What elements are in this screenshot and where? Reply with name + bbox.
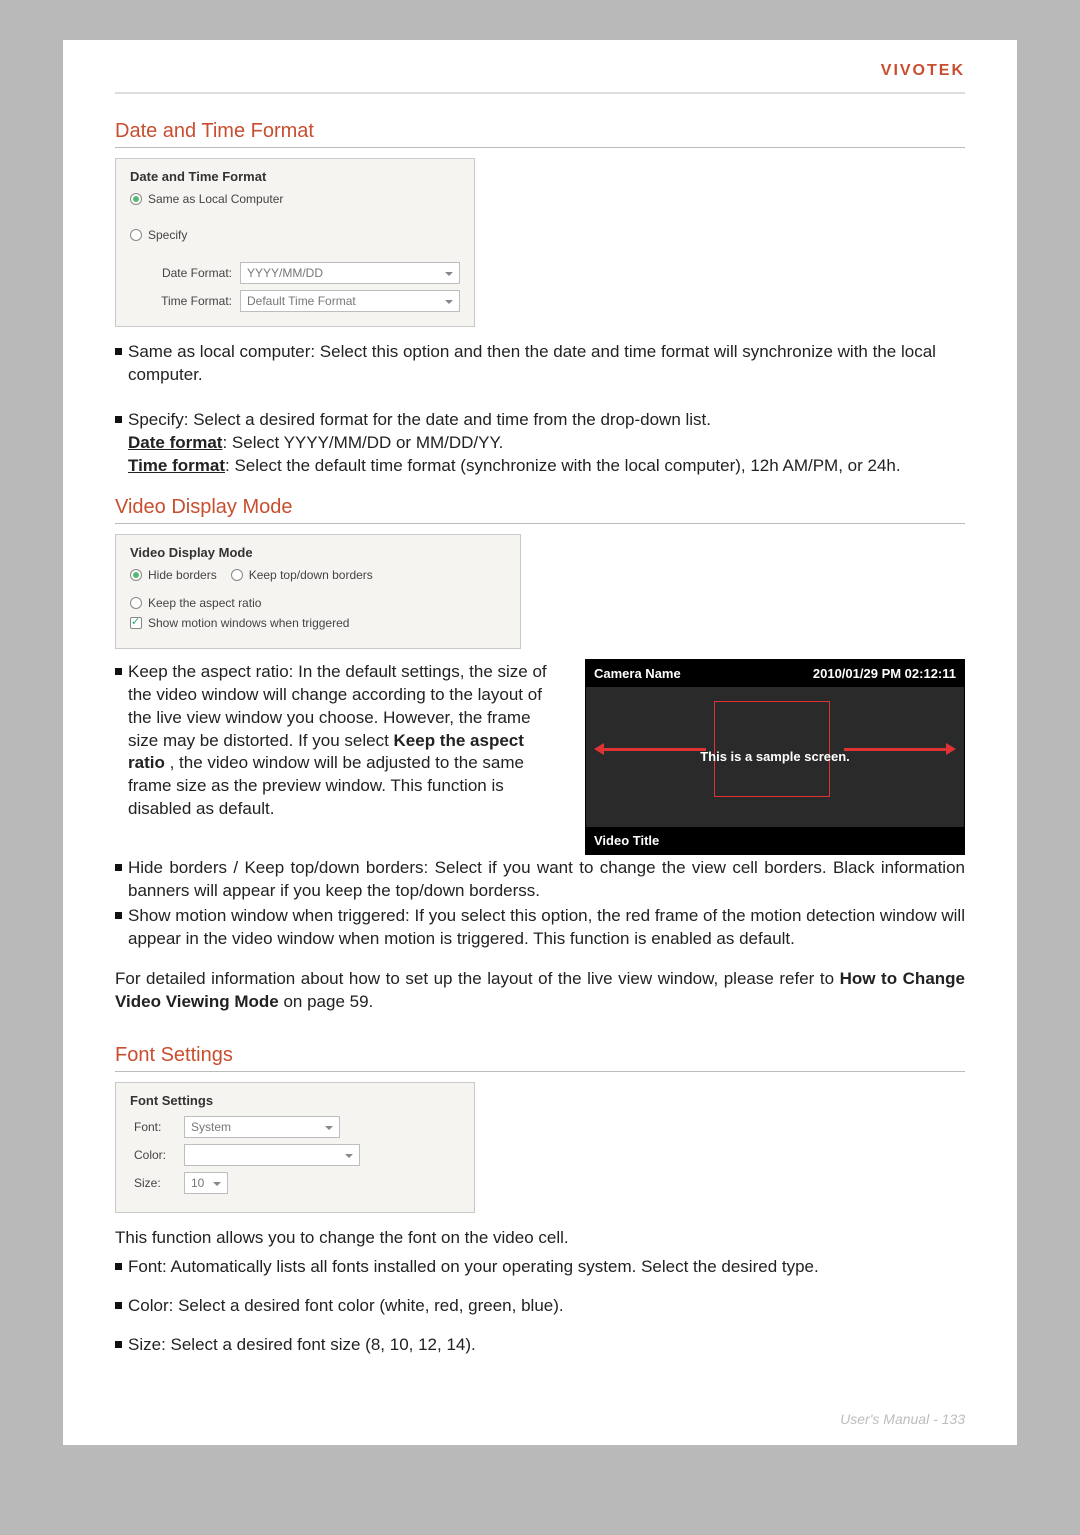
label-color: Color:	[134, 1148, 176, 1162]
radio-label: Specify	[148, 228, 187, 242]
section-title-video: Video Display Mode	[115, 496, 965, 524]
radio-icon	[130, 193, 142, 205]
section-title-font: Font Settings	[115, 1044, 965, 1072]
radio-keep-topdown[interactable]: Keep top/down borders	[231, 568, 373, 582]
radio-label: Keep top/down borders	[249, 568, 373, 582]
row-date-format: Date Format: YYYY/MM/DD	[148, 262, 460, 284]
radio-keep-aspect[interactable]: Keep the aspect ratio	[130, 596, 261, 610]
label-font: Font:	[134, 1120, 176, 1134]
checkbox-icon	[130, 617, 142, 629]
radio-icon	[231, 569, 243, 581]
panel-datetime-title: Date and Time Format	[130, 169, 460, 184]
page-footer: User's Manual - 133	[840, 1411, 965, 1427]
color-select[interactable]	[184, 1144, 360, 1166]
row-size: Size: 10	[134, 1172, 460, 1194]
row-color: Color:	[134, 1144, 460, 1166]
size-select[interactable]: 10	[184, 1172, 228, 1194]
time-format-select[interactable]: Default Time Format	[240, 290, 460, 312]
sample-screen: Camera Name 2010/01/29 PM 02:12:11 This …	[585, 659, 965, 855]
bullet-text: Hide borders / Keep top/down borders: Se…	[128, 857, 965, 903]
radio-specify[interactable]: Specify	[130, 228, 460, 242]
panel-datetime: Date and Time Format Same as Local Compu…	[115, 158, 475, 327]
sample-caption: This is a sample screen.	[586, 749, 964, 764]
radio-icon	[130, 569, 142, 581]
panel-video-mode: Video Display Mode Hide borders Keep top…	[115, 534, 521, 649]
radio-label: Keep the aspect ratio	[148, 596, 261, 610]
bullet-text: Specify: Select a desired format for the…	[128, 409, 965, 478]
radio-icon	[130, 229, 142, 241]
video-note: For detailed information about how to se…	[115, 968, 965, 1014]
camera-name-label: Camera Name	[594, 666, 681, 681]
label-time-format: Time Format:	[148, 294, 232, 308]
radio-hide-borders[interactable]: Hide borders	[130, 568, 217, 582]
timestamp-label: 2010/01/29 PM 02:12:11	[813, 666, 956, 681]
list-datetime-explain: Same as local computer: Select this opti…	[115, 341, 965, 478]
row-time-format: Time Format: Default Time Format	[148, 290, 460, 312]
bullet-text: Show motion window when triggered: If yo…	[128, 905, 965, 951]
bullet-text: Same as local computer: Select this opti…	[128, 341, 965, 387]
bullet-text: Keep the aspect ratio: In the default se…	[128, 661, 565, 822]
row-font: Font: System	[134, 1116, 460, 1138]
radio-label: Hide borders	[148, 568, 217, 582]
label-date-format: Date Format:	[148, 266, 232, 280]
radio-icon	[130, 597, 142, 609]
bullet-text: Font: Automatically lists all fonts inst…	[128, 1256, 965, 1279]
date-format-select[interactable]: YYYY/MM/DD	[240, 262, 460, 284]
font-intro: This function allows you to change the f…	[115, 1227, 965, 1250]
video-title-label: Video Title	[586, 827, 964, 854]
font-select[interactable]: System	[184, 1116, 340, 1138]
panel-video-title: Video Display Mode	[130, 545, 506, 560]
divider	[115, 92, 965, 94]
bullet-text: Size: Select a desired font size (8, 10,…	[128, 1334, 965, 1357]
brand-label: VIVOTEK	[115, 62, 965, 92]
bullet-text: Color: Select a desired font color (whit…	[128, 1295, 965, 1318]
section-title-datetime: Date and Time Format	[115, 120, 965, 148]
panel-font: Font Settings Font: System Color: Size: …	[115, 1082, 475, 1213]
check-label: Show motion windows when triggered	[148, 616, 349, 630]
check-show-motion[interactable]: Show motion windows when triggered	[130, 616, 506, 630]
radio-same-as-local[interactable]: Same as Local Computer	[130, 192, 460, 206]
label-size: Size:	[134, 1176, 176, 1190]
radio-label: Same as Local Computer	[148, 192, 283, 206]
panel-font-title: Font Settings	[130, 1093, 460, 1108]
